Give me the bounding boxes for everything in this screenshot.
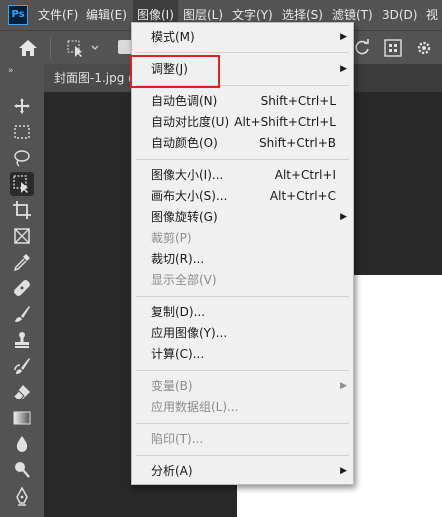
menu-separator (136, 159, 349, 160)
collapse-toolbar-icon[interactable]: » (8, 66, 13, 76)
menu-item-apply-data-set: 应用数据组(L)... (132, 397, 353, 418)
menu-separator (136, 455, 349, 456)
menu-item-canvas-size[interactable]: 画布大小(S)... Alt+Ctrl+C (132, 186, 353, 207)
menu-item-auto-tone[interactable]: 自动色调(N) Shift+Ctrl+L (132, 91, 353, 112)
menu-item-label: 图像旋转(G) (151, 210, 218, 224)
pen-tool-icon[interactable] (10, 484, 34, 508)
menu-item-shortcut: Alt+Ctrl+C (269, 189, 336, 203)
tools-panel: » (0, 64, 45, 517)
menu-item-crop: 裁剪(P) (132, 228, 353, 249)
menu-item-auto-contrast[interactable]: 自动对比度(U) Alt+Shift+Ctrl+L (132, 112, 353, 133)
settings-gear-icon[interactable] (415, 39, 433, 57)
menu-item-label: 变量(B) (151, 379, 193, 393)
menu-item-label: 显示全部(V) (151, 273, 217, 287)
photoshop-logo-icon: Ps (8, 5, 28, 25)
eraser-tool-icon[interactable] (10, 380, 34, 404)
options-divider (50, 37, 51, 59)
menu-item-variables: 变量(B) ▶ (132, 376, 353, 397)
menu-item-image-rotation[interactable]: 图像旋转(G) ▶ (132, 207, 353, 228)
menu-separator (136, 423, 349, 424)
crop-tool-icon[interactable] (10, 198, 34, 222)
selection-mode-new-icon[interactable] (118, 40, 132, 54)
menu-item-label: 图像大小(I)... (151, 168, 224, 182)
history-brush-tool-icon[interactable] (10, 354, 34, 378)
menu-item-label: 裁切(R)... (151, 252, 205, 266)
menu-view[interactable]: 视 (426, 0, 438, 30)
menu-edit[interactable]: 编辑(E) (86, 0, 127, 30)
menu-item-trap: 陷印(T)... (132, 429, 353, 450)
menu-item-label: 复制(D)... (151, 305, 206, 319)
menu-item-label: 自动色调(N) (151, 94, 218, 108)
menu-item-label: 计算(C)... (151, 347, 205, 361)
menu-item-auto-color[interactable]: 自动颜色(O) Shift+Ctrl+B (132, 133, 353, 154)
menu-item-mode[interactable]: 模式(M) ▶ (132, 27, 353, 48)
gradient-tool-icon[interactable] (10, 406, 34, 430)
grid-settings-icon[interactable] (384, 39, 402, 57)
menu-item-label: 画布大小(S)... (151, 189, 228, 203)
image-menu-dropdown: 模式(M) ▶ 调整(J) ▶ 自动色调(N) Shift+Ctrl+L 自动对… (131, 22, 354, 485)
menu-item-shortcut: Shift+Ctrl+B (259, 136, 336, 150)
menu-item-trim[interactable]: 裁切(R)... (132, 249, 353, 270)
menu-item-label: 应用图像(Y)... (151, 326, 228, 340)
menu-item-label: 自动颜色(O) (151, 136, 218, 150)
menu-file[interactable]: 文件(F) (38, 0, 78, 30)
submenu-arrow-icon: ▶ (340, 32, 347, 42)
home-icon[interactable] (18, 39, 38, 57)
menu-item-duplicate[interactable]: 复制(D)... (132, 302, 353, 323)
menu-item-label: 裁剪(P) (151, 231, 192, 245)
submenu-arrow-icon: ▶ (340, 212, 347, 222)
menu-item-analysis[interactable]: 分析(A) ▶ (132, 461, 353, 482)
clone-stamp-tool-icon[interactable] (10, 328, 34, 352)
menu-item-shortcut: Alt+Shift+Ctrl+L (234, 115, 336, 129)
menu-item-label: 自动对比度(U) (151, 115, 230, 129)
menu-item-shortcut: Shift+Ctrl+L (260, 94, 336, 108)
dodge-tool-icon[interactable] (10, 458, 34, 482)
menu-item-label: 应用数据组(L)... (151, 400, 239, 414)
tool-preset-picker[interactable] (66, 38, 102, 58)
marquee-tool-icon[interactable] (10, 120, 34, 144)
blur-tool-icon[interactable] (10, 432, 34, 456)
move-tool-icon[interactable] (10, 94, 34, 118)
menu-item-label: 分析(A) (151, 464, 193, 478)
menu-item-image-size[interactable]: 图像大小(I)... Alt+Ctrl+I (132, 165, 353, 186)
brush-tool-icon[interactable] (10, 302, 34, 326)
menu-item-apply-image[interactable]: 应用图像(Y)... (132, 323, 353, 344)
menu-separator (136, 52, 349, 53)
menu-item-label: 模式(M) (151, 30, 195, 44)
submenu-arrow-icon: ▶ (340, 381, 347, 391)
menu-separator (136, 370, 349, 371)
object-selection-tool-icon[interactable] (10, 172, 34, 196)
menu-item-calculations[interactable]: 计算(C)... (132, 344, 353, 365)
lasso-tool-icon[interactable] (10, 146, 34, 170)
frame-tool-icon[interactable] (10, 224, 34, 248)
eyedropper-tool-icon[interactable] (10, 250, 34, 274)
menu-item-reveal-all: 显示全部(V) (132, 270, 353, 291)
submenu-arrow-icon: ▶ (340, 466, 347, 476)
healing-brush-tool-icon[interactable] (10, 276, 34, 300)
menu-separator (136, 296, 349, 297)
menu-item-label: 陷印(T)... (151, 432, 204, 446)
refresh-icon[interactable] (353, 39, 371, 57)
highlight-annotation-box (130, 55, 220, 88)
submenu-arrow-icon: ▶ (340, 64, 347, 74)
menu-3d[interactable]: 3D(D) (382, 0, 417, 30)
menu-item-shortcut: Alt+Ctrl+I (274, 168, 336, 182)
